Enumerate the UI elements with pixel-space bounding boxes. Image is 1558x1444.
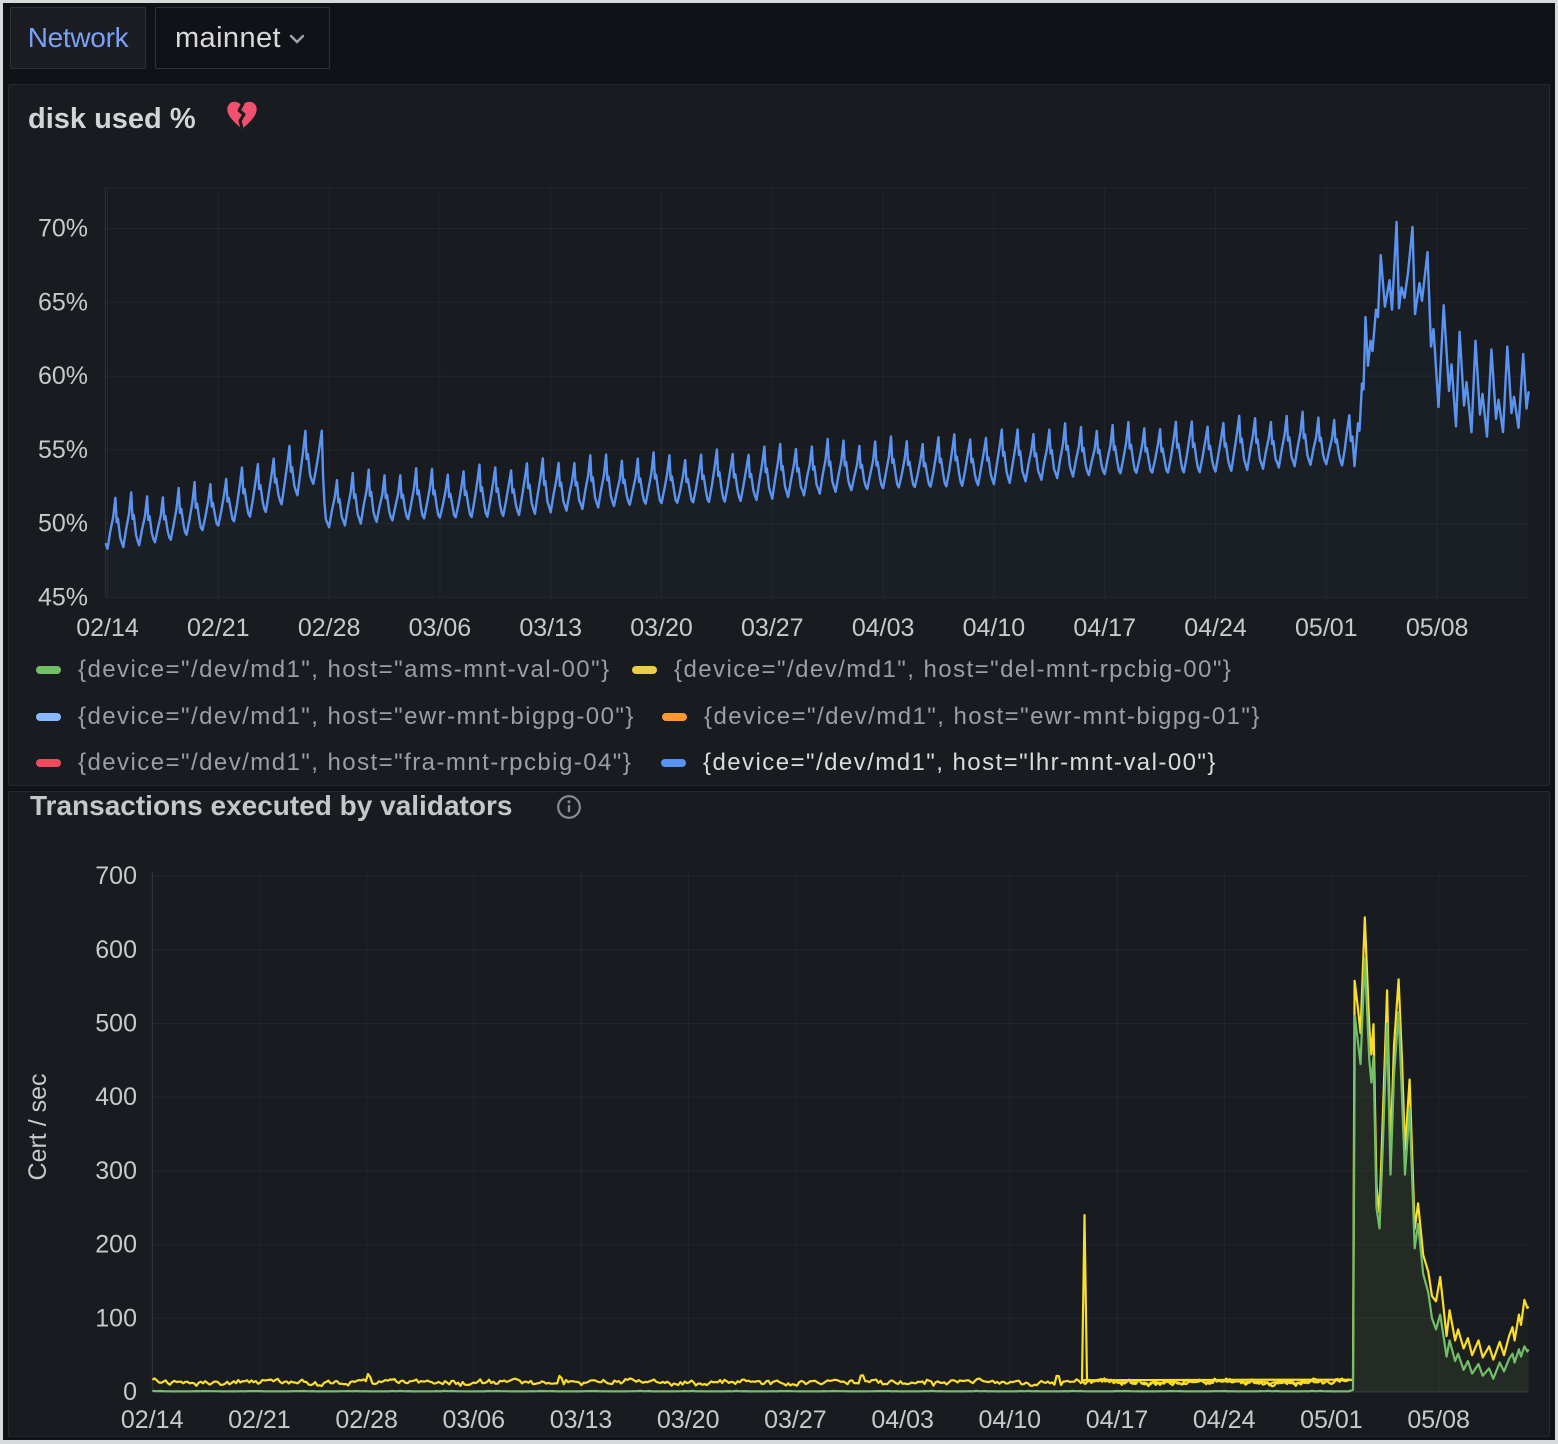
svg-text:0: 0 [123,1378,137,1406]
svg-text:05/08: 05/08 [1407,1406,1470,1434]
svg-text:03/27: 03/27 [764,1406,827,1434]
svg-text:04/03: 04/03 [852,614,915,642]
svg-text:500: 500 [95,1010,137,1038]
svg-text:02/14: 02/14 [76,614,139,642]
svg-text:04/17: 04/17 [1086,1406,1149,1434]
svg-text:03/20: 03/20 [630,614,693,642]
svg-text:05/01: 05/01 [1295,614,1358,642]
svg-text:200: 200 [95,1231,137,1259]
svg-text:Cert / sec: Cert / sec [24,1074,52,1181]
svg-text:03/13: 03/13 [519,614,582,642]
svg-text:04/10: 04/10 [979,1406,1042,1434]
svg-text:700: 700 [95,862,137,890]
svg-text:02/21: 02/21 [228,1406,291,1434]
svg-text:300: 300 [95,1157,137,1185]
svg-text:02/28: 02/28 [335,1406,398,1434]
svg-text:02/28: 02/28 [298,614,361,642]
svg-text:02/14: 02/14 [121,1406,184,1434]
svg-text:45%: 45% [38,584,88,612]
svg-text:70%: 70% [38,215,88,243]
svg-text:04/10: 04/10 [963,614,1026,642]
svg-text:03/27: 03/27 [741,614,804,642]
svg-text:100: 100 [95,1304,137,1332]
svg-text:05/08: 05/08 [1406,614,1469,642]
svg-text:400: 400 [95,1083,137,1111]
svg-text:04/24: 04/24 [1193,1406,1256,1434]
svg-text:60%: 60% [38,362,88,390]
svg-text:600: 600 [95,936,137,964]
svg-text:03/13: 03/13 [550,1406,613,1434]
svg-text:03/06: 03/06 [443,1406,506,1434]
svg-text:03/20: 03/20 [657,1406,720,1434]
svg-text:03/06: 03/06 [409,614,472,642]
svg-text:05/01: 05/01 [1300,1406,1363,1434]
svg-text:02/21: 02/21 [187,614,250,642]
svg-text:55%: 55% [38,436,88,464]
svg-text:65%: 65% [38,288,88,316]
svg-text:04/03: 04/03 [871,1406,934,1434]
svg-text:04/24: 04/24 [1184,614,1247,642]
svg-text:50%: 50% [38,510,88,538]
svg-text:04/17: 04/17 [1073,614,1136,642]
